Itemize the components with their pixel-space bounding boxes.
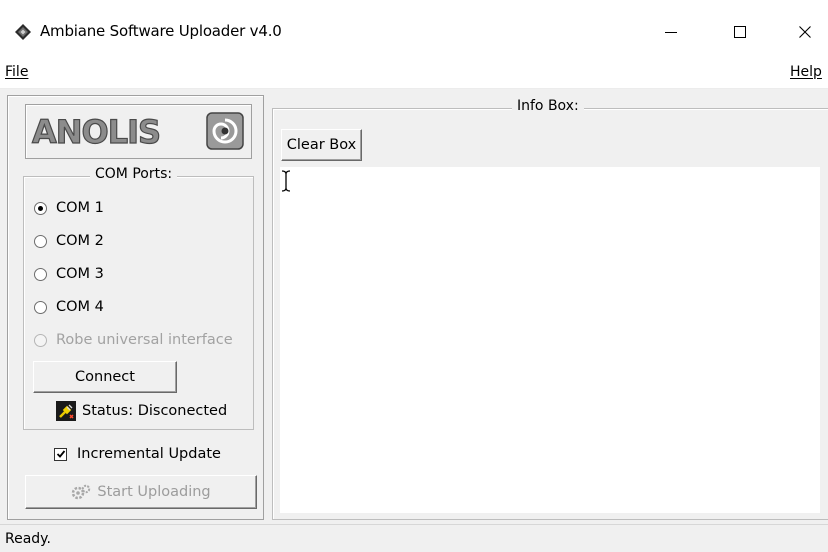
maximize-button[interactable] xyxy=(717,14,763,50)
radio-button[interactable] xyxy=(34,300,47,314)
info-box-legend: Info Box: xyxy=(512,98,584,114)
checkbox-label: Incremental Update xyxy=(77,446,221,462)
radio-com1[interactable]: COM 1 xyxy=(34,200,104,216)
radio-robe-interface: Robe universal interface xyxy=(34,332,233,348)
com-ports-legend: COM Ports: xyxy=(90,166,178,182)
radio-label: COM 1 xyxy=(56,200,104,216)
clear-box-button[interactable]: Clear Box xyxy=(281,129,362,161)
radio-button[interactable] xyxy=(34,234,47,248)
maximize-icon xyxy=(734,26,746,38)
menu-bar: File Help xyxy=(0,60,828,89)
menu-help[interactable]: Help xyxy=(790,64,822,80)
radio-button-checked[interactable] xyxy=(34,201,47,215)
status-bar-text: Ready. xyxy=(5,531,51,547)
checkbox-checked[interactable] xyxy=(54,447,67,461)
close-icon xyxy=(799,26,811,38)
status-bar: Ready. xyxy=(0,524,828,552)
menu-file[interactable]: File xyxy=(5,64,28,80)
connect-button[interactable]: Connect xyxy=(33,361,177,393)
disconnected-plug-icon xyxy=(56,401,76,421)
minimize-button[interactable] xyxy=(648,14,694,50)
info-box-textarea[interactable] xyxy=(280,167,820,513)
radio-label: COM 2 xyxy=(56,233,104,249)
radio-com4[interactable]: COM 4 xyxy=(34,299,104,315)
radio-com2[interactable]: COM 2 xyxy=(34,233,104,249)
close-button[interactable] xyxy=(782,14,828,50)
connection-status: Status: Disconected xyxy=(56,401,227,421)
radio-label: Robe universal interface xyxy=(56,332,233,348)
upload-label: Start Uploading xyxy=(97,484,211,500)
chameleon-logo-icon xyxy=(206,112,244,150)
radio-com3[interactable]: COM 3 xyxy=(34,266,104,282)
incremental-update-checkbox[interactable]: Incremental Update xyxy=(54,446,221,462)
window-title: Ambiane Software Uploader v4.0 xyxy=(40,22,282,40)
radio-label: COM 4 xyxy=(56,299,104,315)
status-text: Status: Disconected xyxy=(82,403,228,419)
minimize-icon xyxy=(665,32,677,33)
title-bar: Ambiane Software Uploader v4.0 xyxy=(0,0,828,60)
logo-panel: ANOLIS xyxy=(25,104,252,159)
start-uploading-button: Start Uploading xyxy=(25,475,257,509)
radio-label: COM 3 xyxy=(56,266,104,282)
anolis-logo: ANOLIS xyxy=(31,112,244,152)
radio-button[interactable] xyxy=(34,267,47,281)
text-cursor-icon xyxy=(281,170,291,192)
checkmark-icon xyxy=(56,450,65,458)
radio-button-disabled xyxy=(34,333,47,347)
logo-wordmark: ANOLIS xyxy=(32,113,160,151)
upload-gears-icon xyxy=(72,484,91,500)
app-diamond-icon xyxy=(15,24,31,40)
